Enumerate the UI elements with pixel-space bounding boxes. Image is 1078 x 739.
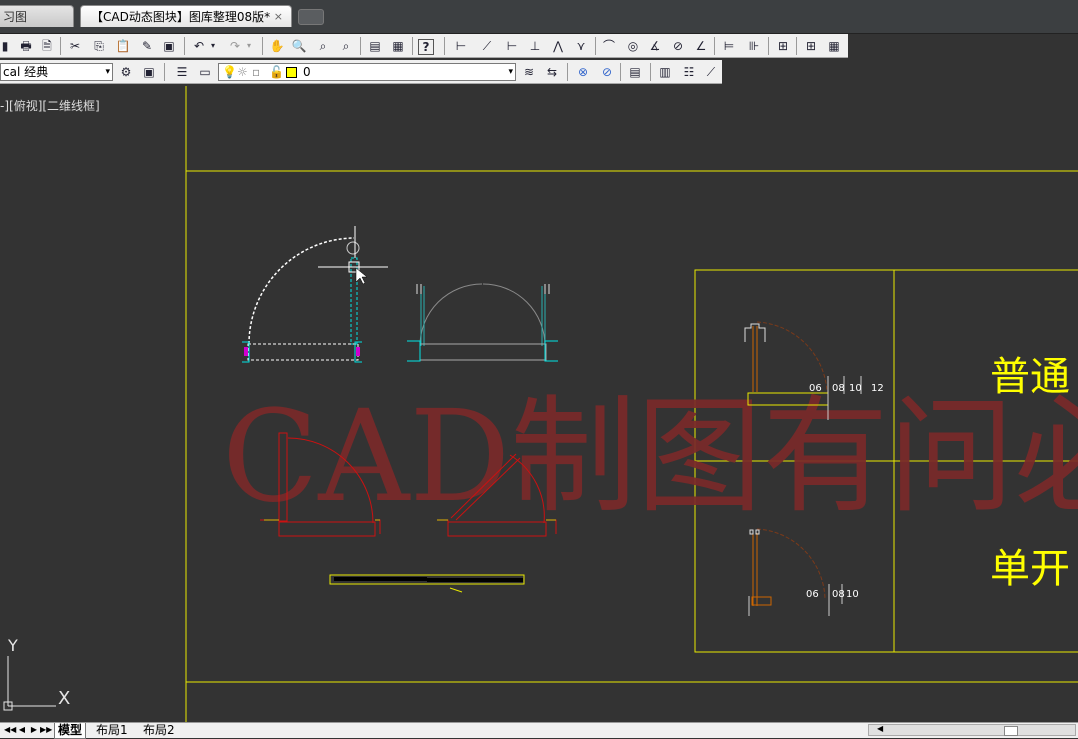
layer-off-icon[interactable]: ☷ (680, 63, 698, 81)
doc-tab-2-label: 【CAD动态图块】图库整理08版* (91, 10, 271, 24)
workspace-combo[interactable]: cal 经典 ▾ (0, 63, 113, 81)
scroll-left-icon[interactable]: ◀ (877, 724, 883, 733)
dim-baseline-icon[interactable]: ⊨ (720, 37, 738, 55)
redo-icon[interactable]: ↷ (226, 37, 244, 55)
layers-toolbar: cal 经典 ▾ ⚙ ▣ ☰ ▭ 💡 ☼ ▫ 🔓 0 ▾ ≋ ⇆ ⊗ ⊘ ▤ ▥… (0, 60, 722, 84)
new-tab-button[interactable] (298, 9, 324, 25)
pan-icon[interactable]: ✋ (268, 37, 286, 55)
cut-icon[interactable]: ✂ (66, 37, 84, 55)
dim-arc-length-icon[interactable]: ⌒ (600, 37, 618, 55)
ucs-y-label: Y (7, 636, 18, 655)
dim-continue-icon[interactable]: ⊪ (745, 37, 763, 55)
standard-toolbar: ▮ 🖶 🗎 ✂ ⎘ 📋 ✎ ▣ ↶ ▾ ↷ ▾ ✋ 🔍 ⌕ ⌕ ▤ ▦ ? ⊢ … (0, 34, 848, 58)
dim-label-lower: 06 (806, 589, 819, 600)
label-putong: 普通 (990, 354, 1070, 400)
table-door-lower (748, 528, 843, 616)
dim-jogged-icon[interactable]: ⋎ (572, 37, 590, 55)
document-tab-bar: 习图 【CAD动态图块】图库整理08版* × (0, 0, 1078, 34)
workspace-combo-value: cal 经典 (3, 65, 49, 79)
dim-label-upper: 06 (809, 383, 822, 394)
prev-tab-icon[interactable]: ◀ (17, 724, 27, 736)
dim-label-lower: 10 (846, 589, 859, 600)
chevron-down-icon: ▾ (105, 67, 110, 77)
doc-tab-1[interactable]: 习图 (0, 5, 74, 27)
unisolate-icon[interactable]: ⊘ (598, 63, 616, 81)
close-tab-icon[interactable]: × (274, 6, 283, 28)
ucs-x-label: X (58, 688, 70, 709)
help-icon[interactable]: ? (418, 39, 434, 55)
viewport-freeze-icon: ▫ (252, 65, 261, 79)
toolbar-lock-icon[interactable]: ▣ (140, 63, 158, 81)
layer-freeze-icon[interactable]: ▥ (656, 63, 674, 81)
sun-icon: ☼ (237, 65, 248, 79)
workspace-settings-icon[interactable]: ⚙ (117, 63, 135, 81)
watermark-text: CAD制图有问必 (222, 383, 1078, 530)
undo-dropdown-icon[interactable]: ▾ (208, 37, 218, 55)
dim-label-upper: 08 (832, 383, 845, 394)
dim-diameter-icon[interactable]: ◎ (624, 37, 642, 55)
copy-icon[interactable]: ⎘ (90, 37, 108, 55)
layer-combo[interactable]: 💡 ☼ ▫ 🔓 0 ▾ (218, 63, 516, 81)
layer-properties-icon[interactable]: ☰ (173, 63, 191, 81)
dim-aligned-icon[interactable]: ⟋ (478, 37, 496, 55)
dim-label-upper: 12 (871, 383, 884, 394)
doc-tab-2[interactable]: 【CAD动态图块】图库整理08版* × (80, 5, 292, 27)
print-icon[interactable]: 🖶 (17, 37, 35, 55)
properties-icon[interactable]: ▤ (366, 37, 384, 55)
dim-angle-icon[interactable]: ∠ (692, 37, 710, 55)
layer-lock-icon[interactable]: ⟋ (702, 63, 720, 81)
tab-layout2[interactable]: 布局2 (143, 723, 175, 738)
first-tab-icon[interactable]: ◀◀ (4, 724, 16, 736)
dim-label-lower: 08 (832, 589, 845, 600)
redo-dropdown-icon[interactable]: ▾ (244, 37, 254, 55)
zoom-window-icon[interactable]: ⌕ (314, 37, 332, 55)
doc-tab-1-label: 习图 (3, 10, 28, 24)
lightbulb-icon: 💡 (222, 65, 237, 79)
dim-radius-icon[interactable]: ⋀ (549, 37, 567, 55)
match-layer-icon[interactable]: ▤ (626, 63, 644, 81)
lock-icon: 🔓 (269, 65, 284, 79)
tolerance-icon[interactable]: ⊞ (802, 37, 820, 55)
selected-door-block (242, 226, 388, 363)
save-icon[interactable]: ▮ (0, 37, 14, 55)
dim-angular-icon[interactable]: ∡ (646, 37, 664, 55)
horizontal-scrollbar[interactable]: ◀ (868, 724, 1076, 736)
zoom-realtime-icon[interactable]: 🔍 (290, 37, 308, 55)
zoom-previous-icon[interactable]: ⌕ (337, 37, 355, 55)
block-editor-icon[interactable]: ▣ (160, 37, 178, 55)
tab-layout1[interactable]: 布局1 (96, 723, 128, 738)
quick-dim-icon[interactable]: ⊘ (669, 37, 687, 55)
dim-space-icon[interactable]: ⊞ (774, 37, 792, 55)
label-dankai: 单开 (990, 546, 1070, 592)
undo-icon[interactable]: ↶ (190, 37, 208, 55)
ucs-icon: X Y (3, 636, 70, 711)
layer-name: 0 (303, 65, 311, 79)
dim-label-upper: 10 (849, 383, 862, 394)
double-door-block (407, 283, 558, 362)
dim-linear-icon[interactable]: ⊢ (452, 37, 470, 55)
layer-walk-icon[interactable]: ⇆ (543, 63, 561, 81)
dim-ordinate-icon[interactable]: ⊥ (526, 37, 544, 55)
dim-arc-icon[interactable]: ⊢ (503, 37, 521, 55)
chevron-down-icon: ▾ (508, 67, 513, 77)
next-tab-icon[interactable]: ▶ (29, 724, 39, 736)
last-tab-icon[interactable]: ▶▶ (40, 724, 52, 736)
layout-tab-bar: ◀◀ ◀ ▶ ▶▶ 模型 布局1 布局2 ◀ (0, 722, 1078, 739)
isolate-icon[interactable]: ⊗ (574, 63, 592, 81)
print-preview-icon[interactable]: 🗎 (38, 37, 56, 55)
scroll-thumb[interactable] (1004, 726, 1018, 736)
drawing-canvas[interactable]: -][俯视][二维线框] CAD制图有问必 06 08 10 12 06 08 … (0, 86, 1078, 722)
layer-previous-icon[interactable]: ≋ (520, 63, 538, 81)
paste-icon[interactable]: 📋 (114, 37, 132, 55)
match-properties-icon[interactable]: ✎ (138, 37, 156, 55)
drawing-svg: CAD制图有问必 06 08 10 1206 08 10 普通 单开 X Y (3, 86, 1078, 722)
sliding-door-block (329, 574, 525, 593)
layer-state-icon[interactable]: ▭ (196, 63, 214, 81)
dim-inspect-icon[interactable]: ▦ (825, 37, 843, 55)
color-swatch-icon (286, 67, 297, 78)
calculator-icon[interactable]: ▦ (389, 37, 407, 55)
